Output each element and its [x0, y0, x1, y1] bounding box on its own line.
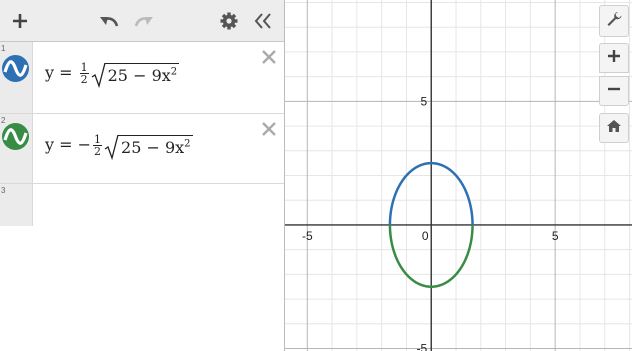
expression-math[interactable]: y = 1 2 25 − 9x2: [45, 62, 180, 88]
radicand: 25 − 9x2: [118, 134, 193, 157]
graphing-calculator: 1 y = 1 2 25 − 9x2 2 y = − 1 2 25 − 9x2 …: [0, 0, 632, 351]
undo-button[interactable]: [96, 8, 122, 34]
expression-gutter: 1: [0, 42, 33, 113]
wrench-icon: [605, 10, 623, 33]
exponent: 2: [170, 66, 178, 78]
minor-gridlines: [285, 0, 632, 351]
radicand-text: 25 − 9x: [107, 65, 171, 85]
plus-icon: [607, 49, 621, 68]
fraction: 12: [93, 134, 103, 158]
square-root: 25 − 9x2: [91, 62, 180, 88]
settings-button[interactable]: [216, 8, 242, 34]
y-tick-label: -5: [417, 342, 428, 351]
expression-row-empty[interactable]: 3: [0, 184, 284, 226]
x-tick-label: 0: [422, 229, 429, 243]
graph-style-icon[interactable]: [2, 123, 29, 150]
graph-settings-button[interactable]: [599, 5, 629, 37]
zoom-in-button[interactable]: [599, 43, 629, 73]
expression-panel: 1 y = 1 2 25 − 9x2 2 y = − 1 2 25 − 9x2 …: [0, 0, 285, 351]
undo-icon: [98, 12, 120, 30]
plus-icon: [11, 12, 29, 30]
close-icon: [260, 122, 278, 142]
redo-button[interactable]: [131, 8, 157, 34]
radicand: 25 − 9x2: [104, 62, 180, 85]
gear-icon: [219, 11, 239, 31]
fraction: 12: [79, 62, 89, 86]
expression-toolbar: [0, 0, 284, 42]
close-icon: [260, 50, 278, 70]
collapse-panel-button[interactable]: [250, 8, 276, 34]
expression-math[interactable]: y = −1 2 25 − 9x2: [45, 134, 193, 160]
expression-index: 1: [1, 44, 6, 53]
minus-icon: [607, 82, 621, 101]
expression-gutter: 2: [0, 114, 33, 183]
fraction-denominator: 2: [80, 73, 88, 86]
x-tick-label: 5: [552, 229, 559, 243]
expression-row[interactable]: 2 y = −1 2 25 − 9x2: [0, 114, 284, 184]
expression-row[interactable]: 1 y = 1 2 25 − 9x2: [0, 42, 284, 114]
expression-prefix: y = −: [45, 135, 92, 154]
y-tick-label: 5: [421, 94, 428, 108]
delete-expression-button[interactable]: [260, 48, 278, 66]
x-tick-label: -5: [302, 229, 313, 243]
graph-style-icon[interactable]: [2, 55, 29, 82]
redo-icon: [133, 12, 155, 30]
tick-labels: -5 0 5 5 -5: [302, 94, 559, 351]
expression-prefix: y =: [45, 63, 78, 82]
home-icon: [606, 119, 622, 138]
fraction-denominator: 2: [94, 145, 102, 158]
square-root: 25 − 9x2: [104, 134, 193, 160]
radicand-text: 25 − 9x: [121, 137, 185, 157]
exponent: 2: [184, 138, 191, 150]
expression-index: 3: [1, 186, 6, 195]
graph-paper[interactable]: -5 0 5 5 -5: [285, 0, 632, 351]
double-chevron-left-icon: [253, 12, 273, 30]
add-expression-button[interactable]: [7, 8, 33, 34]
expression-gutter: 3: [0, 184, 33, 226]
zoom-out-button[interactable]: [599, 76, 629, 106]
default-viewport-button[interactable]: [599, 113, 629, 143]
delete-expression-button[interactable]: [260, 120, 278, 138]
